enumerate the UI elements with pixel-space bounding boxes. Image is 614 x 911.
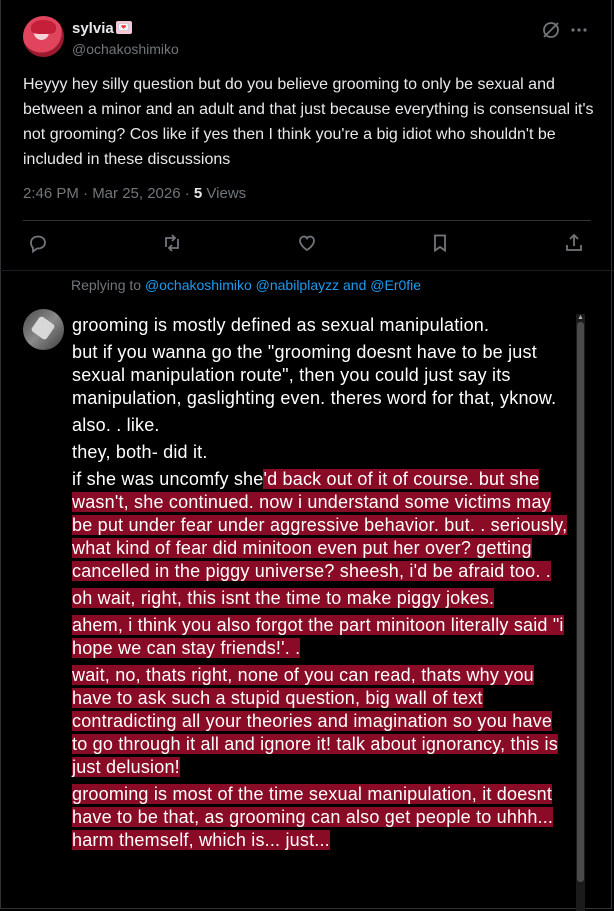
reply-icon-svg (30, 235, 46, 254)
replying-prefix: Replying to (71, 277, 145, 293)
tweet-time[interactable]: 2:46 PM · Mar 25, 2026 · (23, 185, 194, 202)
replying-and: and (339, 277, 371, 293)
reply-paragraph-selected: grooming is most of the time sexual mani… (72, 784, 554, 850)
divider-top (23, 220, 591, 221)
replying-to: Replying to @ochakoshimiko @nabilplayzz … (71, 277, 421, 293)
reply-paragraph: but if you wanna go the "grooming doesnt… (72, 341, 572, 410)
reply-paragraph: also. . like. (72, 415, 160, 435)
author-avatar[interactable] (23, 16, 64, 57)
action-bar (23, 232, 591, 260)
reply-paragraph-selected: wait, no, thats right, none of you can r… (72, 665, 558, 777)
grok-slash-icon-svg (543, 22, 559, 38)
reply-paragraph-selected: oh wait, right, this isnt the time to ma… (72, 588, 495, 608)
reply-paragraph: wait, no, thats right, none of you can r… (72, 664, 572, 779)
heart-icon[interactable] (296, 232, 318, 259)
reply-paragraph: oh wait, right, this isnt the time to ma… (72, 587, 572, 610)
reply-text-area[interactable]: grooming is mostly defined as sexual man… (72, 314, 572, 856)
tweet-text: Heyyy hey silly question but do you beli… (23, 76, 594, 168)
reply-paragraph-plain: if she was uncomfy she (72, 469, 264, 489)
reply-paragraph-selected: ahem, i think you also forgot the part m… (72, 615, 564, 658)
replying-mentions[interactable]: @ochakoshimiko @nabilplayzz (145, 277, 339, 293)
reply-paragraph: ahem, i think you also forgot the part m… (72, 614, 572, 660)
replying-last-mention[interactable]: @Er0fie (370, 277, 421, 293)
scroll-up-icon[interactable]: ▲ (576, 314, 585, 322)
bookmark-icon[interactable] (429, 232, 451, 259)
reply-paragraph-text: but if you wanna go the "grooming doesnt… (72, 342, 557, 408)
share-icon-svg (566, 233, 582, 251)
more-icon-svg (571, 28, 587, 32)
share-icon[interactable] (563, 232, 585, 259)
views-count: 5 (193, 185, 203, 202)
reply-icon[interactable] (27, 232, 49, 259)
heart-icon-svg (299, 235, 315, 252)
scrollbar-thumb[interactable] (577, 322, 584, 882)
divider-actions (0, 270, 614, 271)
author-name[interactable]: sylvia (72, 20, 114, 37)
views-label: Views (202, 185, 247, 202)
grok-slash-icon[interactable] (541, 20, 561, 45)
reply-scrollbar[interactable] (576, 314, 585, 911)
author-handle[interactable]: @ochakoshimiko (72, 41, 179, 57)
reply-user-avatar[interactable] (23, 309, 64, 350)
more-icon[interactable] (571, 22, 587, 43)
retweet-icon[interactable] (161, 232, 183, 259)
author-badge: 💌 (116, 21, 132, 34)
bookmark-icon-svg (434, 234, 446, 253)
reply-paragraph: grooming is mostly defined as sexual man… (72, 315, 490, 335)
reply-paragraph: grooming is most of the time sexual mani… (72, 783, 572, 852)
retweet-icon-svg (165, 234, 179, 252)
reply-paragraph: they, both- did it. (72, 442, 208, 462)
reply-paragraph: if she was uncomfy she'd back out of it … (72, 468, 572, 583)
tweet-meta: 2:46 PM · Mar 25, 2026 · 5 Views (23, 185, 246, 202)
